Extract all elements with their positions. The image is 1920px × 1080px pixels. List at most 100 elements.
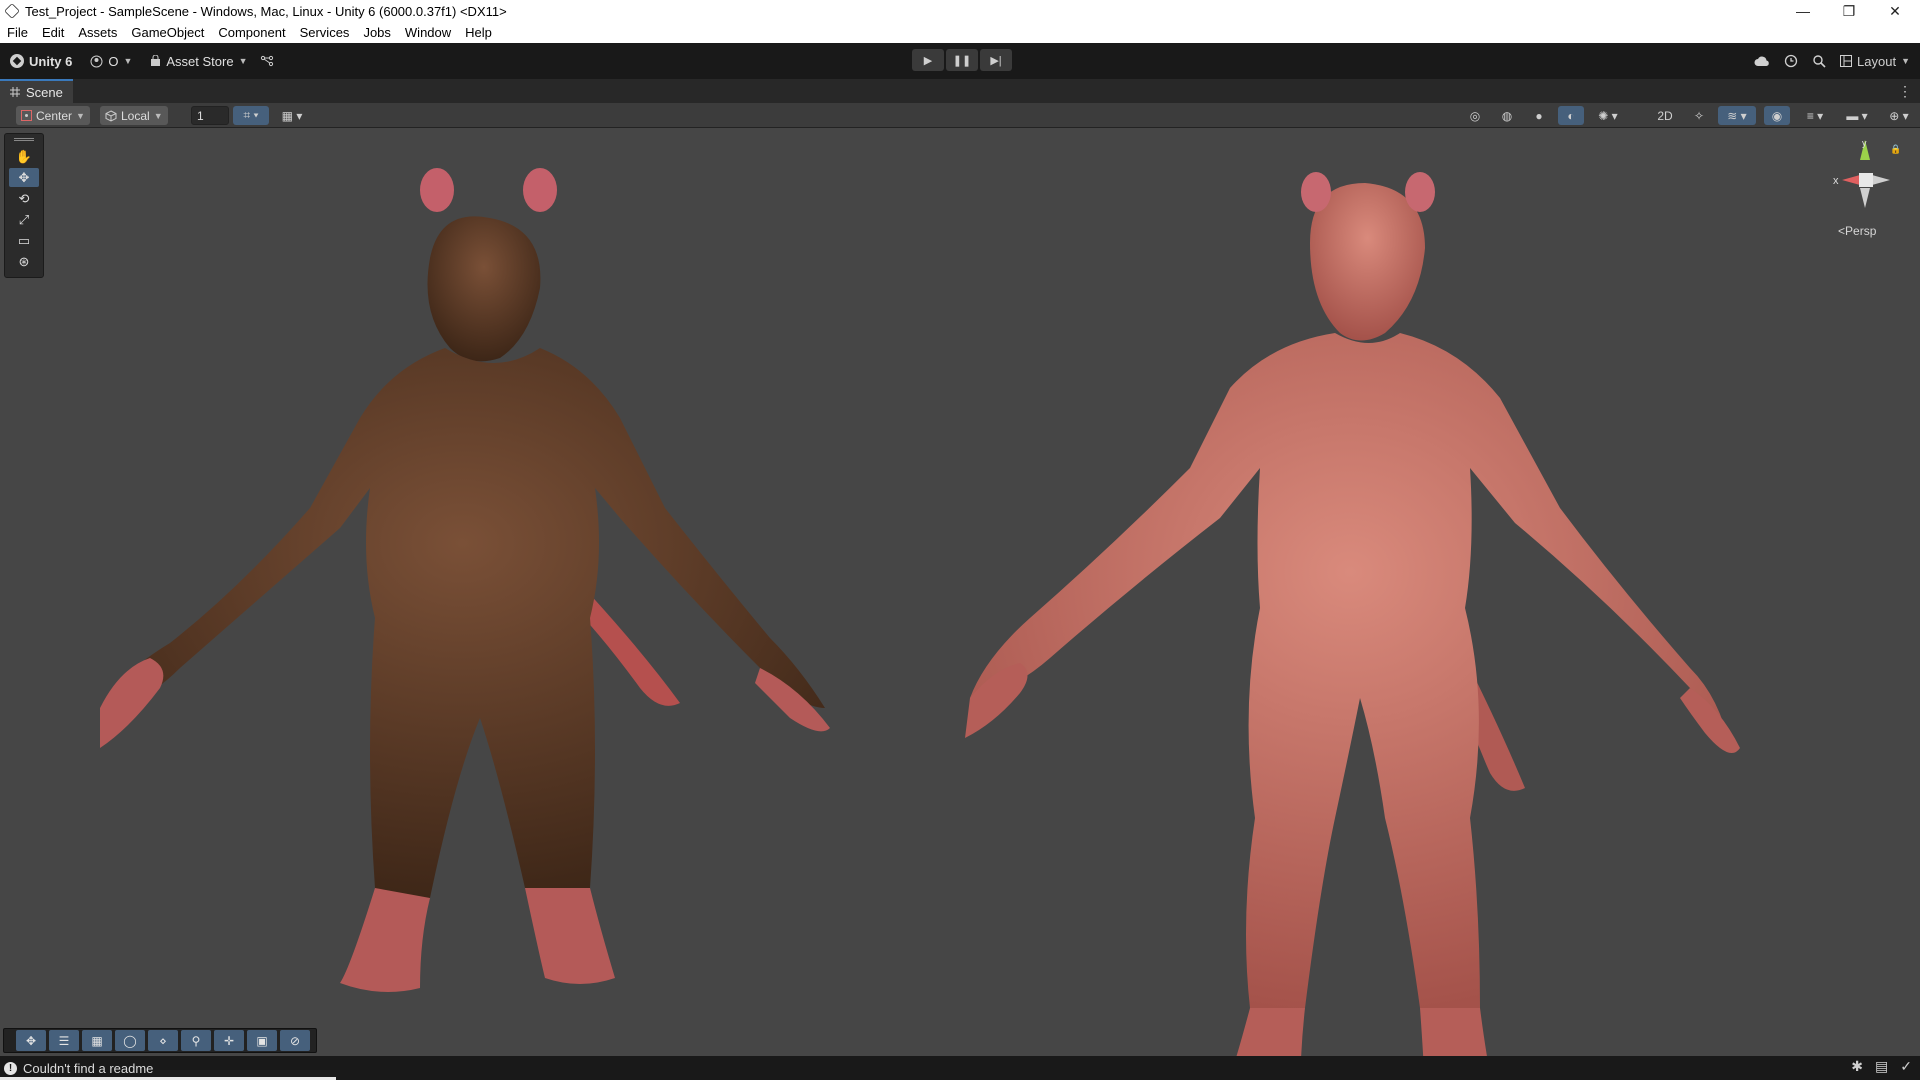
overlay-snap-button[interactable]: ⋄ <box>148 1030 178 1051</box>
right-model-foot <box>1236 1008 1305 1056</box>
grid-toggle-icon: ▦ ▾ <box>281 108 303 123</box>
unity-logo-icon <box>10 54 24 68</box>
lock-icon[interactable]: 🔒 <box>1890 144 1901 155</box>
window-title: Test_Project - SampleScene - Windows, Ma… <box>25 3 507 19</box>
menu-help[interactable]: Help <box>458 25 499 40</box>
shopping-bag-icon <box>151 55 161 66</box>
check-icon[interactable]: ✓ <box>1900 1058 1912 1075</box>
overlay-pivot-button[interactable]: ✛ <box>214 1030 244 1051</box>
hand-icon: ✋ <box>15 148 33 164</box>
version-control-button[interactable] <box>254 49 280 73</box>
dock-tab-bar: Scene <box>0 79 1920 103</box>
pause-button[interactable]: ❚❚ <box>946 49 978 71</box>
hand-tool-button[interactable]: ✋ <box>9 147 39 166</box>
scene-render <box>100 168 1740 1056</box>
layers-dropdown[interactable]: ≡ ▾ <box>1796 106 1834 125</box>
wireframe-shading-button[interactable]: ◍ <box>1494 106 1520 125</box>
effects-dropdown[interactable]: ≋ ▾ <box>1718 106 1756 125</box>
grid-increment-field[interactable]: 1 <box>191 106 229 125</box>
asset-store-label: Asset Store <box>166 53 234 69</box>
restore-button[interactable]: ❐ <box>1826 0 1872 22</box>
left-model-head <box>427 216 541 362</box>
effects-icon: ≋ ▾ <box>1727 108 1747 123</box>
sliders-icon: ☰ <box>58 1033 70 1048</box>
window-titlebar: Test_Project - SampleScene - Windows, Ma… <box>0 0 1920 22</box>
status-icons: ✱ ▤ ✓ <box>1851 1058 1912 1075</box>
menu-services[interactable]: Services <box>293 25 357 40</box>
overlay-search-button[interactable]: ⚲ <box>181 1030 211 1051</box>
overlay-grid-button[interactable]: ▦ <box>82 1030 112 1051</box>
gizmos-dropdown[interactable]: ⊕ ▾ <box>1880 106 1918 125</box>
grid-visibility-toggle[interactable]: ▦ ▾ <box>273 106 311 125</box>
layout-icon <box>1840 55 1853 67</box>
left-model-foot <box>340 888 430 992</box>
server-icon[interactable]: ▤ <box>1875 1058 1888 1075</box>
status-message[interactable]: Couldn't find a readme <box>23 1061 153 1076</box>
account-button[interactable]: Unity 6 <box>4 49 78 73</box>
orbit-icon: ◯ <box>123 1033 137 1048</box>
camera-dropdown[interactable]: ▬ ▾ <box>1838 106 1876 125</box>
solid-sphere-icon: ● <box>1535 108 1543 123</box>
menu-window[interactable]: Window <box>398 25 458 40</box>
shaded-wireframe-button[interactable]: ◐ <box>1558 106 1584 125</box>
2d-toggle[interactable]: 2D <box>1652 106 1678 125</box>
right-model-body <box>970 333 1730 1016</box>
rotate-tool-button[interactable]: ⟲ <box>9 189 39 208</box>
minimize-button[interactable]: — <box>1780 0 1826 22</box>
tab-scene[interactable]: Scene <box>0 79 73 103</box>
shaded-button[interactable]: ● <box>1526 106 1552 125</box>
pivot-center-dropdown[interactable]: Center ▼ <box>16 106 90 125</box>
projection-toggle[interactable]: <Persp <box>1838 224 1876 238</box>
rect-tool-button[interactable]: ▭ <box>9 231 39 250</box>
collab-dropdown[interactable]: O ▼ <box>84 49 138 73</box>
step-icon: ▶| <box>990 54 1002 67</box>
pause-icon: ❚❚ <box>952 54 972 67</box>
asset-store-dropdown[interactable]: Asset Store ▼ <box>144 49 253 73</box>
wireframe-sphere-icon: ◍ <box>1501 108 1513 123</box>
menu-jobs[interactable]: Jobs <box>356 25 397 40</box>
menu-edit[interactable]: Edit <box>35 25 71 40</box>
scene-visibility-toggle[interactable]: ◉ <box>1764 106 1790 125</box>
overlay-move-button[interactable]: ✥ <box>16 1030 46 1051</box>
menu-file[interactable]: File <box>0 25 35 40</box>
pivot-icon <box>21 110 32 121</box>
more-options-icon[interactable]: ⋮ <box>1898 83 1912 100</box>
menu-gameobject[interactable]: GameObject <box>124 25 211 40</box>
play-button[interactable]: ▶ <box>912 49 944 71</box>
space-local-dropdown[interactable]: Local ▼ <box>100 106 168 125</box>
step-button[interactable]: ▶| <box>980 49 1012 71</box>
grid-snap-icon: ⌗ ▾ <box>243 108 259 122</box>
debug-icon[interactable]: ✱ <box>1851 1058 1863 1075</box>
menu-assets[interactable]: Assets <box>71 25 124 40</box>
close-button[interactable]: ✕ <box>1872 0 1918 22</box>
menu-component[interactable]: Component <box>211 25 292 40</box>
furred-rat-model[interactable] <box>100 168 830 992</box>
overlay-camera-button[interactable]: ▣ <box>247 1030 277 1051</box>
collab-label: O <box>108 53 119 69</box>
overlay-toolbar: ✥ ☰ ▦ ◯ ⋄ ⚲ ✛ ▣ ⊘ <box>3 1028 317 1053</box>
overlay-orbit-button[interactable]: ◯ <box>115 1030 145 1051</box>
cloud-icon[interactable] <box>1754 55 1770 67</box>
history-icon[interactable] <box>1784 54 1798 68</box>
transform-tool-button[interactable]: ⊛ <box>9 252 39 271</box>
scene-toolbar: Center ▼ Local ▼ 1 ⌗ ▾ ▦ ▾ ◎ ◍ ● ◐ ✺ ▾ 2… <box>0 103 1920 128</box>
overlay-sliders-button[interactable]: ☰ <box>49 1030 79 1051</box>
scale-icon: ⤢ <box>18 211 30 227</box>
move-tool-button[interactable]: ✥ <box>9 168 39 187</box>
light-off-icon: ✧ <box>1693 108 1705 123</box>
chevron-down-icon: ▼ <box>238 56 248 66</box>
scene-viewport[interactable] <box>0 128 1920 1056</box>
scale-tool-button[interactable]: ⤢ <box>9 210 39 229</box>
search-icon[interactable] <box>1812 54 1826 68</box>
eye-icon: ◉ <box>1771 108 1783 123</box>
lighting-toggle[interactable]: ✧ <box>1686 106 1712 125</box>
orientation-toggle[interactable]: ◎ <box>1462 106 1488 125</box>
overlay-compass-button[interactable]: ⊘ <box>280 1030 310 1051</box>
grid-snap-toggle[interactable]: ⌗ ▾ <box>233 106 269 125</box>
draw-mode-dropdown[interactable]: ✺ ▾ <box>1590 106 1626 125</box>
overlay-drag-handle[interactable] <box>14 138 34 141</box>
layout-dropdown[interactable]: Layout ▼ <box>1840 54 1910 69</box>
skinned-rat-model[interactable] <box>965 172 1740 1056</box>
play-icon: ▶ <box>923 54 933 67</box>
chevron-down-icon: ▼ <box>76 110 85 121</box>
